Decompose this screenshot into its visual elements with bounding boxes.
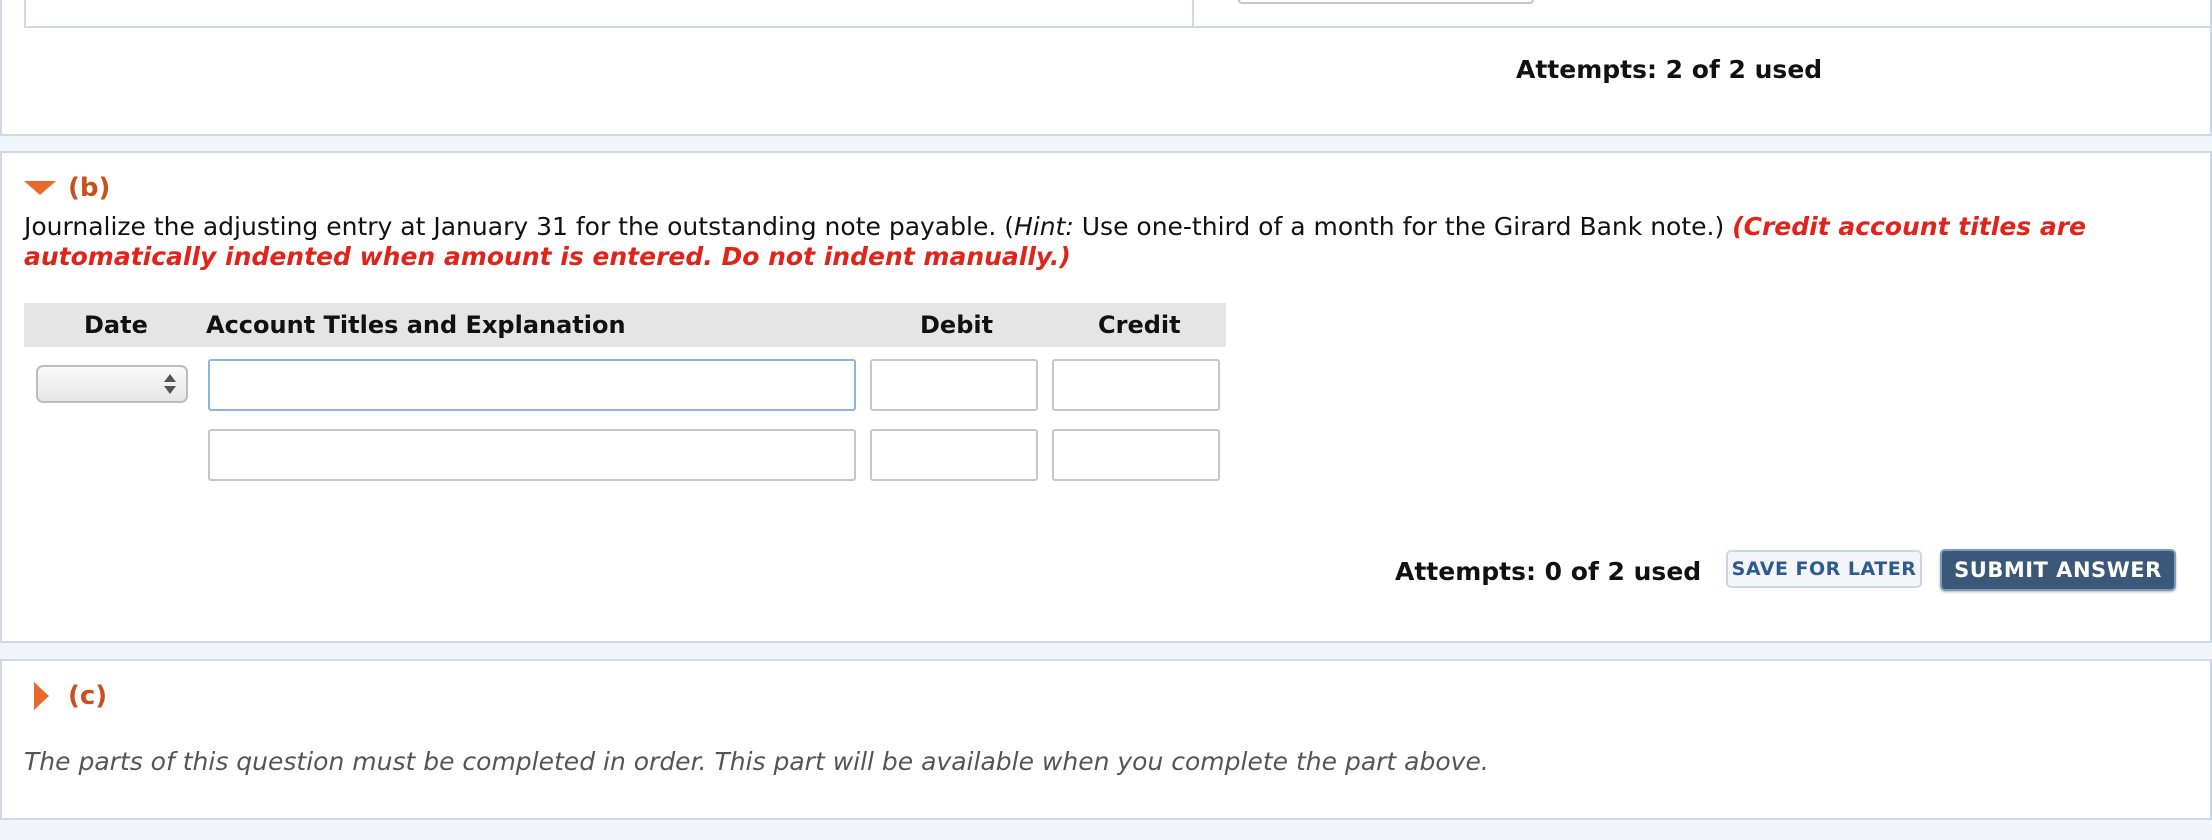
question-main: Journalize the adjusting entry at Januar… <box>24 212 1014 241</box>
header-debit: Debit <box>920 311 994 339</box>
header-credit: Credit <box>1098 311 1181 339</box>
journal-table-header: Date Account Titles and Explanation Debi… <box>24 303 1226 347</box>
account-input-row-2[interactable] <box>208 429 856 481</box>
part-c-panel: (c) The parts of this question must be c… <box>0 659 2212 820</box>
triangle-down-icon[interactable] <box>24 181 56 195</box>
debit-input-row-1[interactable] <box>870 359 1038 411</box>
part-a-panel: Attempts: 2 of 2 used <box>0 0 2212 136</box>
credit-input-row-2[interactable] <box>1052 429 1220 481</box>
part-label: (b) <box>68 173 111 203</box>
hint-label: Hint: <box>1013 212 1074 241</box>
part-locked-message: The parts of this question must be compl… <box>24 747 1489 776</box>
attempts-counter: Attempts: 2 of 2 used <box>1516 55 1823 84</box>
save-for-later-button[interactable]: SAVE FOR LATER <box>1726 550 1922 588</box>
table-divider <box>1192 0 1194 26</box>
attempts-counter: Attempts: 0 of 2 used <box>1395 557 1702 586</box>
hint-text: Use one-third of a month for the Girard … <box>1073 212 1733 241</box>
select-arrows-icon <box>164 374 176 394</box>
part-c-header[interactable]: (c) <box>24 681 107 711</box>
submit-answer-button[interactable]: SUBMIT ANSWER <box>1940 549 2176 591</box>
date-select[interactable] <box>36 365 188 403</box>
header-date: Date <box>84 311 148 339</box>
debit-input-row-2[interactable] <box>870 429 1038 481</box>
triangle-right-icon[interactable] <box>34 682 49 710</box>
part-b-header[interactable]: (b) <box>24 173 110 203</box>
header-account: Account Titles and Explanation <box>206 311 626 339</box>
previous-input-edge <box>1238 0 1534 4</box>
question-text: Journalize the adjusting entry at Januar… <box>24 212 2184 272</box>
part-label: (c) <box>68 681 108 711</box>
part-b-panel: (b) Journalize the adjusting entry at Ja… <box>0 151 2212 643</box>
account-input-row-1[interactable] <box>208 359 856 411</box>
credit-input-row-1[interactable] <box>1052 359 1220 411</box>
previous-journal-table <box>24 0 2212 28</box>
